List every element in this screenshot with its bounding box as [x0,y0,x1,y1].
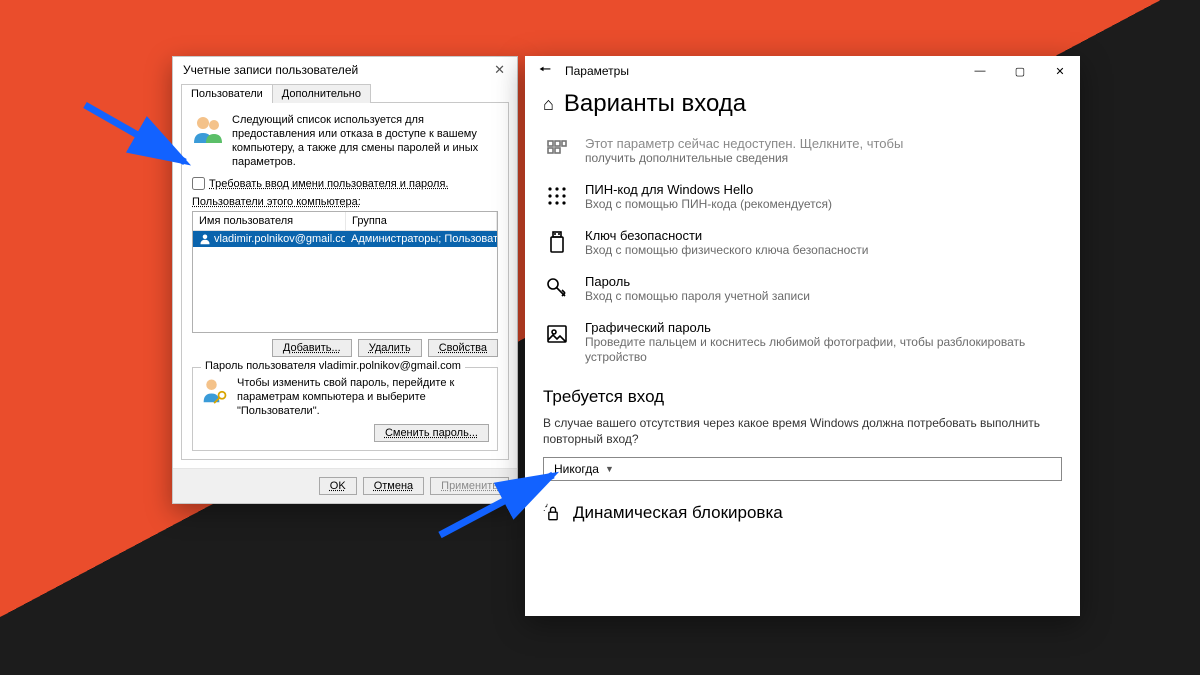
grid-header: Имя пользователя Группа [193,212,497,231]
users-list-label: Пользователи этого компьютера: [192,196,498,208]
option-pin[interactable]: ПИН-код для Windows Hello Вход с помощью… [543,174,1062,220]
picture-icon [543,320,571,348]
minimize-button[interactable]: — [960,65,1000,78]
dynamic-lock-section: Динамическая блокировка [525,481,1080,523]
signin-options: Этот параметр сейчас недоступен. Щелкнит… [525,128,1080,373]
users-grid[interactable]: Имя пользователя Группа vladimir.polniko… [192,211,498,333]
password-groupbox: Пароль пользователя vladimir.polnikov@gm… [192,367,498,451]
column-username[interactable]: Имя пользователя [193,212,346,230]
window-controls: — ▢ ✕ [960,65,1080,78]
user-icon [199,233,211,245]
option-title: ПИН-код для Windows Hello [585,182,832,197]
page-header: ⌂ Варианты входа [525,86,1080,128]
option-desc: Вход с помощью пароля учетной записи [585,289,810,304]
dialog-tabs: Пользователи Дополнительно [173,83,517,102]
dynamic-lock-icon [543,503,563,523]
option-title: Ключ безопасности [585,228,869,243]
maximize-button[interactable]: ▢ [1000,65,1040,78]
users-icon [192,113,224,145]
require-credentials-checkbox[interactable]: Требовать ввод имени пользователя и паро… [192,177,498,190]
grid-buttons: Добавить... Удалить Свойства [192,339,498,357]
require-signin-dropdown[interactable]: Никогда ▼ [543,457,1062,481]
close-icon[interactable]: ✕ [488,60,511,80]
window-title: Параметры [565,64,960,78]
cancel-button[interactable]: Отмена [363,477,424,495]
usb-icon [543,228,571,256]
cell-group: Администраторы; Пользоват... [345,231,497,247]
password-text: Чтобы изменить свой пароль, перейдите к … [237,376,489,418]
require-credentials-input[interactable] [192,177,205,190]
option-desc: Вход с помощью ПИН-кода (рекомендуется) [585,197,832,212]
cell-username: vladimir.polnikov@gmail.com [214,233,345,245]
dialog-title: Учетные записи пользователей [183,63,488,77]
add-button[interactable]: Добавить... [272,339,352,357]
tab-panel-users: Следующий список используется для предос… [181,102,509,460]
dialog-titlebar[interactable]: Учетные записи пользователей ✕ [173,57,517,83]
column-group[interactable]: Группа [346,212,497,230]
option-desc: получить дополнительные сведения [585,151,903,166]
dropdown-value: Никогда [554,462,599,476]
require-signin-header: Требуется вход [525,373,1080,411]
dialog-footer: OK Отмена Применить [173,468,517,503]
option-unavailable[interactable]: Этот параметр сейчас недоступен. Щелкнит… [543,128,1062,174]
grid-icon [543,136,571,164]
settings-window: 🠔 Параметры — ▢ ✕ ⌂ Варианты входа Этот … [525,56,1080,616]
ok-button[interactable]: OK [319,477,357,495]
apply-button[interactable]: Применить [430,477,509,495]
keypad-icon [543,182,571,210]
password-legend: Пароль пользователя vladimir.polnikov@gm… [201,360,465,372]
user-accounts-dialog: Учетные записи пользователей ✕ Пользоват… [172,56,518,504]
require-signin-text: В случае вашего отсутствия через какое в… [525,411,1080,457]
page-title: Варианты входа [564,90,746,118]
option-title: Этот параметр сейчас недоступен. Щелкнит… [585,136,903,151]
option-title: Графический пароль [585,320,1062,335]
option-picture-password[interactable]: Графический пароль Проведите пальцем и к… [543,312,1062,373]
change-password-button[interactable]: Сменить пароль... [374,424,489,442]
intro-text: Следующий список используется для предос… [232,113,498,169]
option-security-key[interactable]: Ключ безопасности Вход с помощью физичес… [543,220,1062,266]
close-button[interactable]: ✕ [1040,65,1080,78]
key-icon [543,274,571,302]
home-icon: ⌂ [543,94,554,115]
chevron-down-icon: ▼ [605,464,614,474]
user-key-icon [201,376,229,404]
tab-advanced[interactable]: Дополнительно [272,84,371,103]
tab-users[interactable]: Пользователи [181,84,273,103]
intro-row: Следующий список используется для предос… [192,113,498,169]
window-titlebar[interactable]: 🠔 Параметры — ▢ ✕ [525,56,1080,86]
table-row[interactable]: vladimir.polnikov@gmail.com Администрато… [193,231,497,247]
props-button[interactable]: Свойства [428,339,498,357]
back-button[interactable]: 🠔 [525,59,565,83]
option-desc: Проведите пальцем и коснитесь любимой фо… [585,335,1062,365]
option-password[interactable]: Пароль Вход с помощью пароля учетной зап… [543,266,1062,312]
option-title: Пароль [585,274,810,289]
option-desc: Вход с помощью физического ключа безопас… [585,243,869,258]
dynamic-lock-header: Динамическая блокировка [573,503,783,523]
require-credentials-label: Требовать ввод имени пользователя и паро… [209,178,448,190]
remove-button[interactable]: Удалить [358,339,422,357]
